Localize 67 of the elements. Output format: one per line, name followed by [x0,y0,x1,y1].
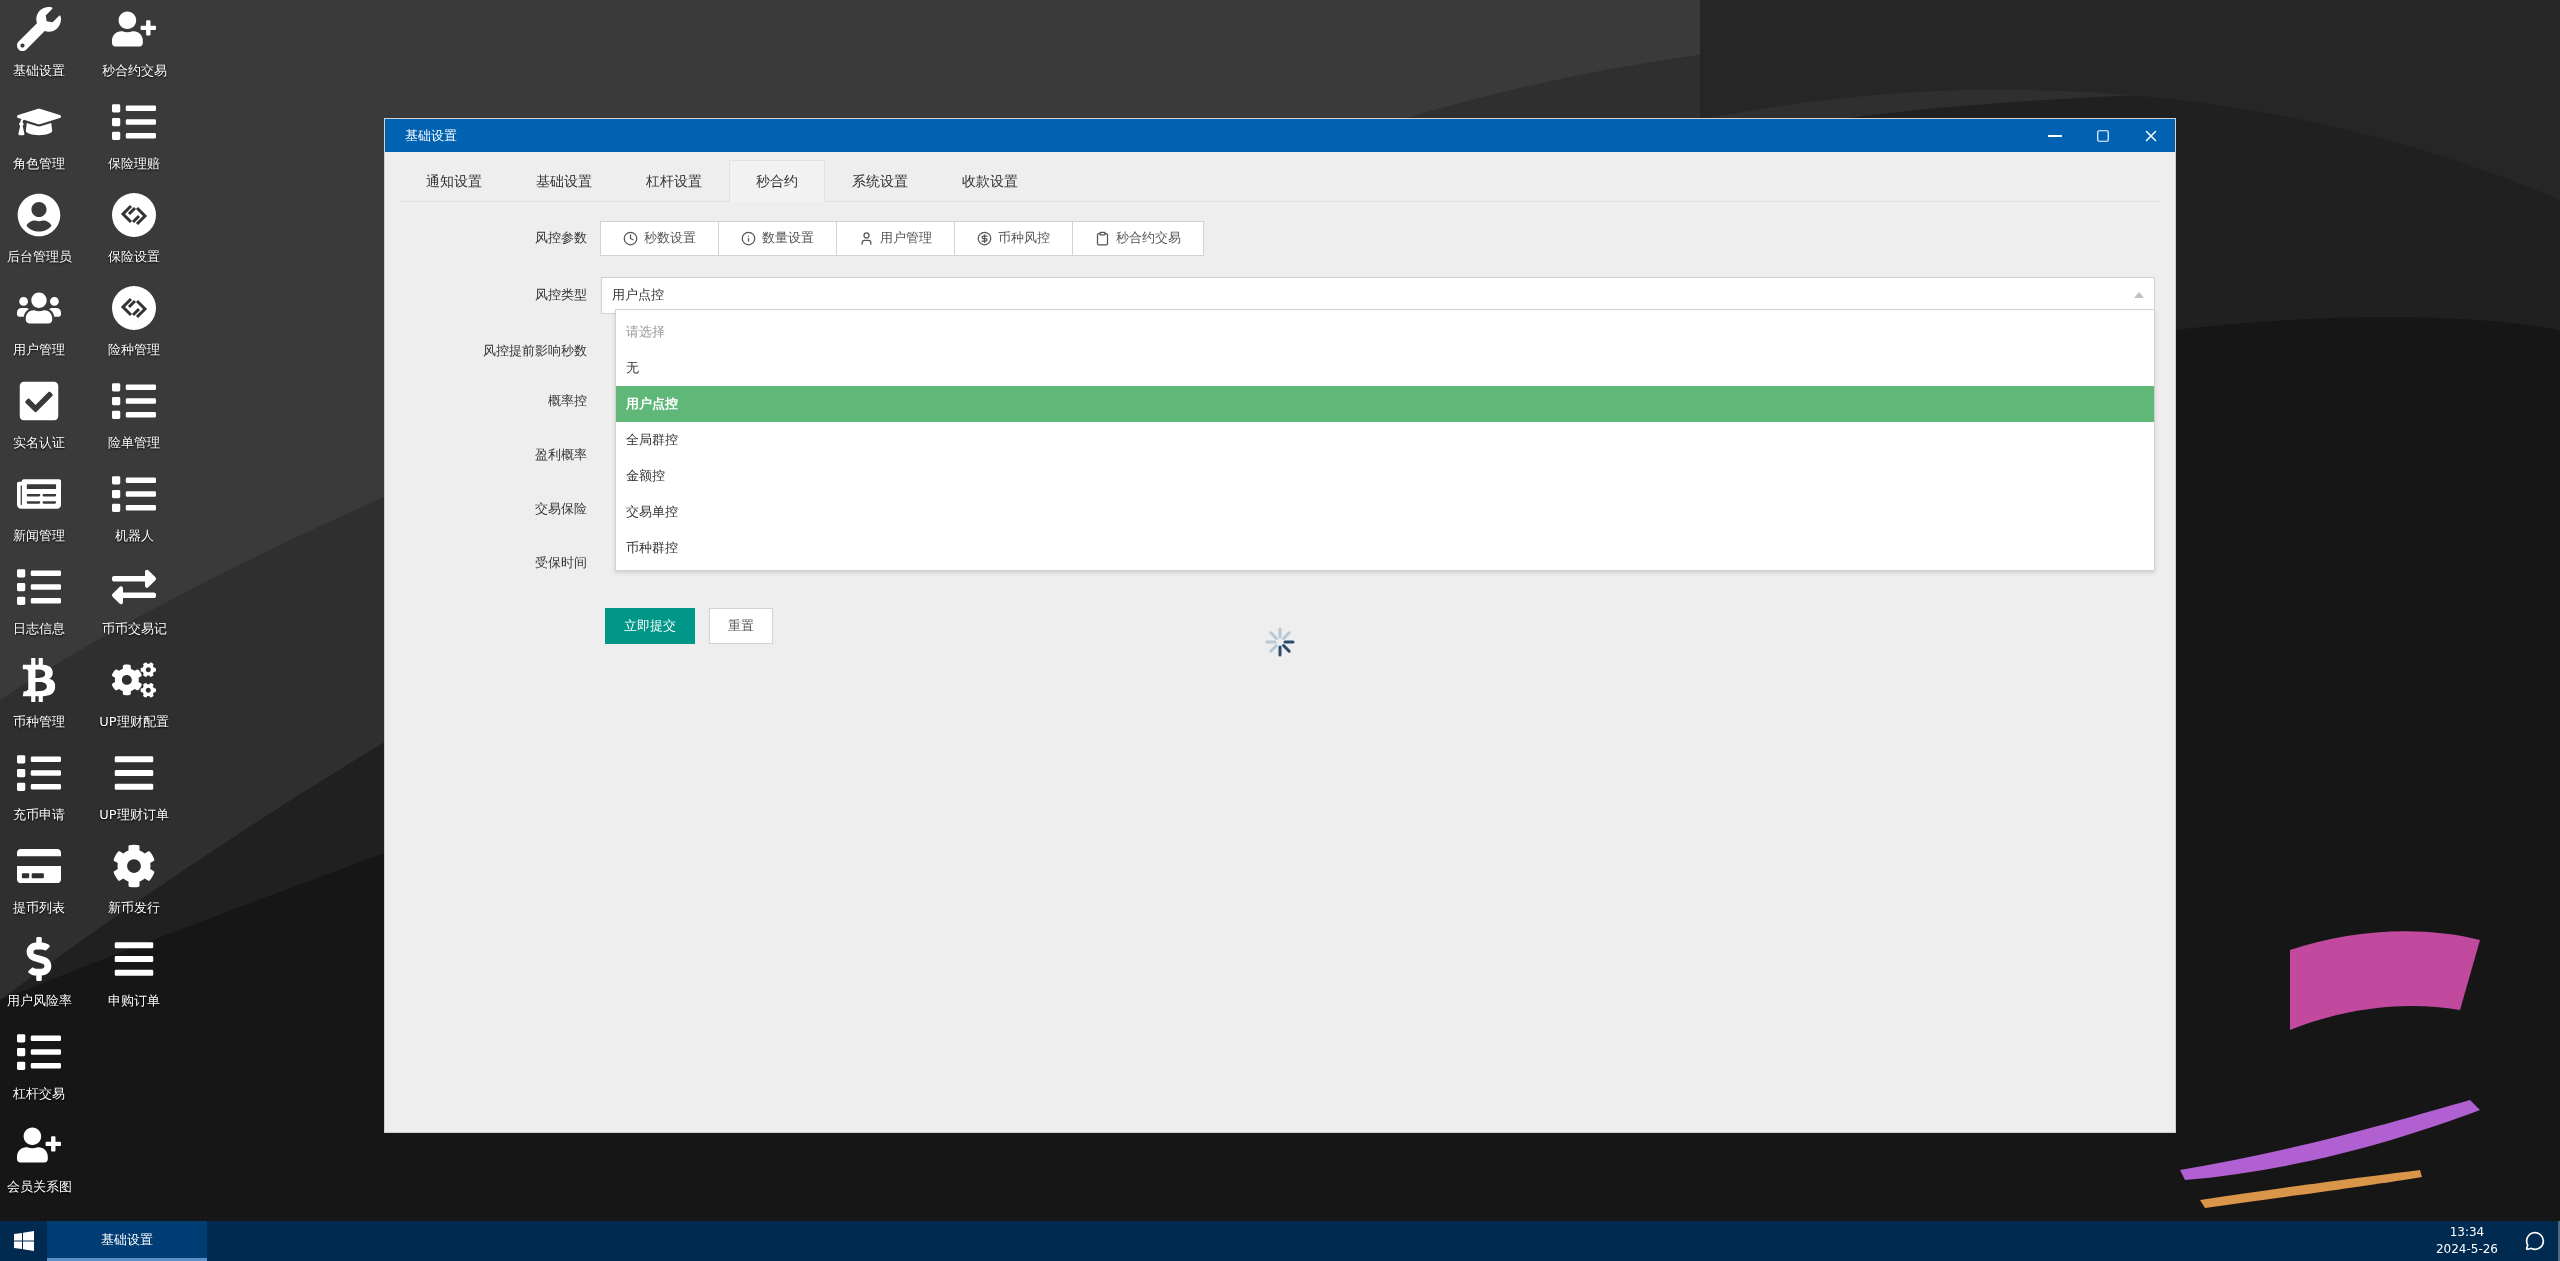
desktop-shortcut[interactable]: 杠杆交易 [0,1027,78,1120]
link-circle-icon [111,192,157,238]
windows-logo-icon [13,1231,34,1251]
desktop-shortcut[interactable]: UP理财配置 [90,655,178,748]
dropdown-option[interactable]: 金额控 [616,458,2154,494]
desktop-shortcut[interactable]: 基础设置 [0,4,78,97]
tab[interactable]: 通知设置 [399,160,509,202]
segment-button[interactable]: 数量设置 [718,220,837,256]
segment-button[interactable]: 秒数设置 [600,220,719,256]
dropdown-option[interactable]: 全局群控 [616,422,2154,458]
desktop-shortcut[interactable]: 新闻管理 [0,469,78,562]
field-label: 概率控 [547,392,588,410]
dollar-circle-icon [977,230,992,246]
submit-button[interactable]: 立即提交 [605,608,695,644]
field-label: 受保时间 [534,554,588,572]
desktop-shortcut[interactable]: 申购订单 [90,934,178,1027]
chat-bubble-icon [2525,1231,2545,1251]
segment-button[interactable]: 秒合约交易 [1072,220,1204,256]
loading-spinner-icon [1265,627,1295,657]
tab[interactable]: 收款设置 [935,160,1045,202]
desktop-shortcut[interactable]: 机器人 [90,469,178,562]
dropdown-option[interactable]: 无 [616,350,2154,386]
desktop-shortcut[interactable]: 秒合约交易 [90,4,178,97]
desktop-shortcut[interactable]: 充币申请 [0,748,78,841]
desktop-shortcut[interactable]: 新币发行 [90,841,178,934]
checkbox-icon [17,379,61,423]
tab[interactable]: 系统设置 [825,160,935,202]
window-title: 基础设置 [405,126,458,145]
segment-button[interactable]: 币种风控 [954,220,1073,256]
settings-icon [112,844,156,888]
desktop-shortcut[interactable]: 会员关系图 [0,1120,78,1213]
desktop-shortcut[interactable]: 日志信息 [0,562,78,655]
desktop-shortcut[interactable]: 险单管理 [90,376,178,469]
taskbar-clock[interactable]: 13:34 2024-5-26 [2421,1221,2512,1261]
tab[interactable]: 秒合约 [729,160,825,202]
clock-icon [623,230,638,246]
desktop-shortcut[interactable]: 用户管理 [0,283,78,376]
field-label: 盈利概率 [534,446,588,464]
desktop-shortcut[interactable]: 后台管理员 [0,190,78,283]
tab[interactable]: 基础设置 [509,160,619,202]
desktop-shortcut[interactable]: 实名认证 [0,376,78,469]
clipboard-icon [1095,230,1110,246]
segment-button[interactable]: 用户管理 [836,220,955,256]
link-circle-icon [111,285,157,331]
dropdown-option[interactable]: 币种群控 [616,530,2154,566]
info-icon [741,230,756,246]
desktop-shortcut[interactable]: 提币列表 [0,841,78,934]
desktop-shortcut[interactable]: 保险理赔 [90,97,178,190]
field-label: 风控提前影响秒数 [482,342,588,360]
field-label: 交易保险 [534,500,588,518]
desktop-shortcut[interactable]: 角色管理 [0,97,78,190]
dropdown-option[interactable]: 交易单控 [616,494,2154,530]
taskbar-task[interactable]: 基础设置 [47,1221,207,1261]
desktop-shortcut[interactable]: 币种管理 [0,655,78,748]
minimize-icon [2048,134,2062,137]
desktop-shortcut[interactable]: 用户风险率 [0,934,78,1027]
desktop-shortcut[interactable]: 险种管理 [90,283,178,376]
desktop-shortcut[interactable]: UP理财订单 [90,748,178,841]
user-icon [859,230,874,246]
maximize-icon [2096,128,2110,143]
wrench-icon [17,7,61,51]
desktop-shortcut[interactable]: 保险设置 [90,190,178,283]
desktop-shortcut[interactable]: 币币交易记 [90,562,178,655]
field-label: 风控类型 [534,286,588,304]
reset-button[interactable]: 重置 [709,608,773,644]
field-label: 风控参数 [534,229,588,247]
tab[interactable]: 杠杆设置 [619,160,729,202]
